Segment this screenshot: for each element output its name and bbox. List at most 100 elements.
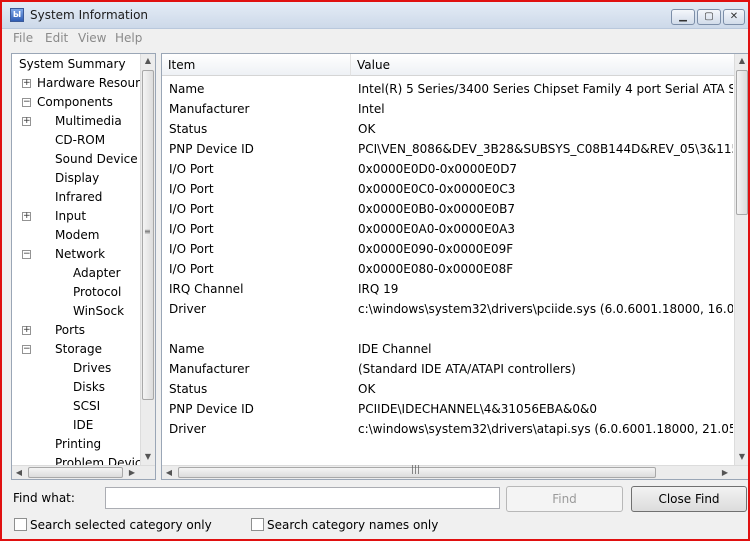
row-item-cell: I/O Port [169,242,214,256]
tree-item-label: Multimedia [55,114,122,128]
collapse-icon[interactable]: − [22,345,31,354]
row-item-cell: Driver [169,302,206,316]
tree-item-label: Display [55,171,100,185]
find-what-input[interactable] [105,487,500,509]
row-item-cell: I/O Port [169,262,214,276]
collapse-icon[interactable]: − [22,250,31,259]
category-tree[interactable]: System Summary + Hardware Resources − Compon… [11,53,156,480]
find-button[interactable]: Find [506,486,623,512]
row-value-cell: OK [358,382,376,396]
maximize-icon: ▢ [704,11,714,22]
details-vertical-scrollbar[interactable]: ▲ ▼ [734,54,748,465]
column-header-item[interactable]: Item [162,54,351,76]
find-bar: Find what: Find Close Find Search select… [2,482,748,539]
tree-item-label: Printing [55,437,102,451]
scroll-down-icon[interactable]: ▼ [141,450,155,464]
scroll-left-icon[interactable]: ◀ [12,466,26,479]
tree-item-label: Drives [73,361,112,375]
row-value-cell: IDE Channel [358,342,432,356]
tree-item-label: Modem [55,228,100,242]
row-item-cell: I/O Port [169,162,214,176]
details-hscroll-thumb[interactable]: ||| [178,465,656,478]
row-item-cell: Name [169,342,205,356]
row-item-cell: I/O Port [169,202,214,216]
find-what-label: Find what: [13,491,75,505]
tree-item-label: System Summary [19,57,126,71]
tree-horizontal-scrollbar[interactable]: ◀ ▶ [12,465,155,479]
tree-item-label: Disks [73,380,106,394]
minimize-icon: ▁ [679,11,687,22]
row-item-cell: Manufacturer [169,102,250,116]
tree-item-label: Ports [55,323,86,337]
search-category-names-label[interactable]: Search category names only [267,518,438,532]
expand-icon[interactable]: + [22,79,31,88]
tree-item-label: Input [55,209,87,223]
row-value-cell: c:\windows\system32\drivers\atapi.sys (6… [358,422,733,436]
maximize-button[interactable]: ▢ [697,9,721,25]
row-item-cell: PNP Device ID [169,402,254,416]
menu-help[interactable]: Help [115,31,142,45]
collapse-icon[interactable]: − [22,98,31,107]
tree-item-label: Storage [55,342,102,356]
menu-bar: File Edit View Help [2,29,748,48]
grip-icon: ≡ [144,227,151,236]
row-value-cell: 0x0000E090-0x0000E09F [358,242,514,256]
row-value-cell: PCIIDE\IDECHANNEL\4&31056EBA&0&0 [358,402,597,416]
close-find-button[interactable]: Close Find [631,486,747,512]
close-icon: ✕ [729,11,739,22]
tree-hscroll-thumb[interactable] [28,467,123,478]
tree-item-label: CD-ROM [55,133,106,147]
grip-icon: ||| [411,465,421,475]
details-scroll-thumb[interactable] [736,70,748,215]
search-category-names-checkbox[interactable] [251,518,264,531]
row-item-cell: PNP Device ID [169,142,254,156]
row-value-cell: 0x0000E0B0-0x0000E0B7 [358,202,516,216]
window-title: System Information [30,8,149,22]
row-value-cell: IRQ 19 [358,282,399,296]
close-button[interactable]: ✕ [723,9,745,25]
system-information-app-icon: Ы [10,8,24,22]
expand-icon[interactable]: + [22,326,31,335]
row-item-cell: I/O Port [169,222,214,236]
title-bar[interactable]: Ы System Information ▁ ▢ ✕ [2,2,748,29]
row-value-cell: c:\windows\system32\drivers\pciide.sys (… [358,302,733,316]
tree-vertical-scrollbar[interactable]: ▲ ≡ ▼ [140,54,155,465]
row-item-cell: I/O Port [169,182,214,196]
minimize-button[interactable]: ▁ [671,9,695,25]
row-item-cell: Manufacturer [169,362,250,376]
row-item-cell: Status [169,122,208,136]
tree-scroll-thumb[interactable]: ≡ [142,70,154,400]
row-value-cell: Intel(R) 5 Series/3400 Series Chipset Fa… [358,82,733,96]
menu-view[interactable]: View [78,31,106,45]
expand-icon[interactable]: + [22,212,31,221]
row-value-cell: 0x0000E0C0-0x0000E0C3 [358,182,516,196]
details-horizontal-scrollbar[interactable]: ◀ ||| ▶ [162,465,748,479]
scroll-right-icon[interactable]: ▶ [125,466,139,479]
row-value-cell: (Standard IDE ATA/ATAPI controllers) [358,362,576,376]
search-selected-category-label[interactable]: Search selected category only [30,518,212,532]
details-list[interactable]: Item Value Name Intel(R) 5 Series/3400 Se… [161,53,748,480]
scroll-up-icon[interactable]: ▲ [735,54,748,68]
tree-item-label: WinSock [73,304,125,318]
scroll-up-icon[interactable]: ▲ [141,54,155,68]
scroll-left-icon[interactable]: ◀ [162,466,176,479]
tree-item-label: Sound Device [55,152,138,166]
expand-icon[interactable]: + [22,117,31,126]
menu-file[interactable]: File [13,31,33,45]
row-value-cell: OK [358,122,376,136]
tree-item-label: IDE [73,418,94,432]
tree-item-label: Infrared [55,190,103,204]
search-selected-category-checkbox[interactable] [14,518,27,531]
tree-item-label: Protocol [73,285,122,299]
scroll-right-icon[interactable]: ▶ [718,466,732,479]
tree-item-label: Network [55,247,106,261]
row-value-cell: 0x0000E0A0-0x0000E0A3 [358,222,516,236]
row-value-cell: 0x0000E080-0x0000E08F [358,262,514,276]
tree-item-label: Components [37,95,113,109]
row-item-cell: Driver [169,422,206,436]
row-value-cell: PCI\VEN_8086&DEV_3B28&SUBSYS_C08B144D&RE… [358,142,733,156]
column-header-value[interactable]: Value [351,54,735,76]
menu-edit[interactable]: Edit [45,31,68,45]
row-item-cell: Status [169,382,208,396]
scroll-down-icon[interactable]: ▼ [735,450,748,464]
